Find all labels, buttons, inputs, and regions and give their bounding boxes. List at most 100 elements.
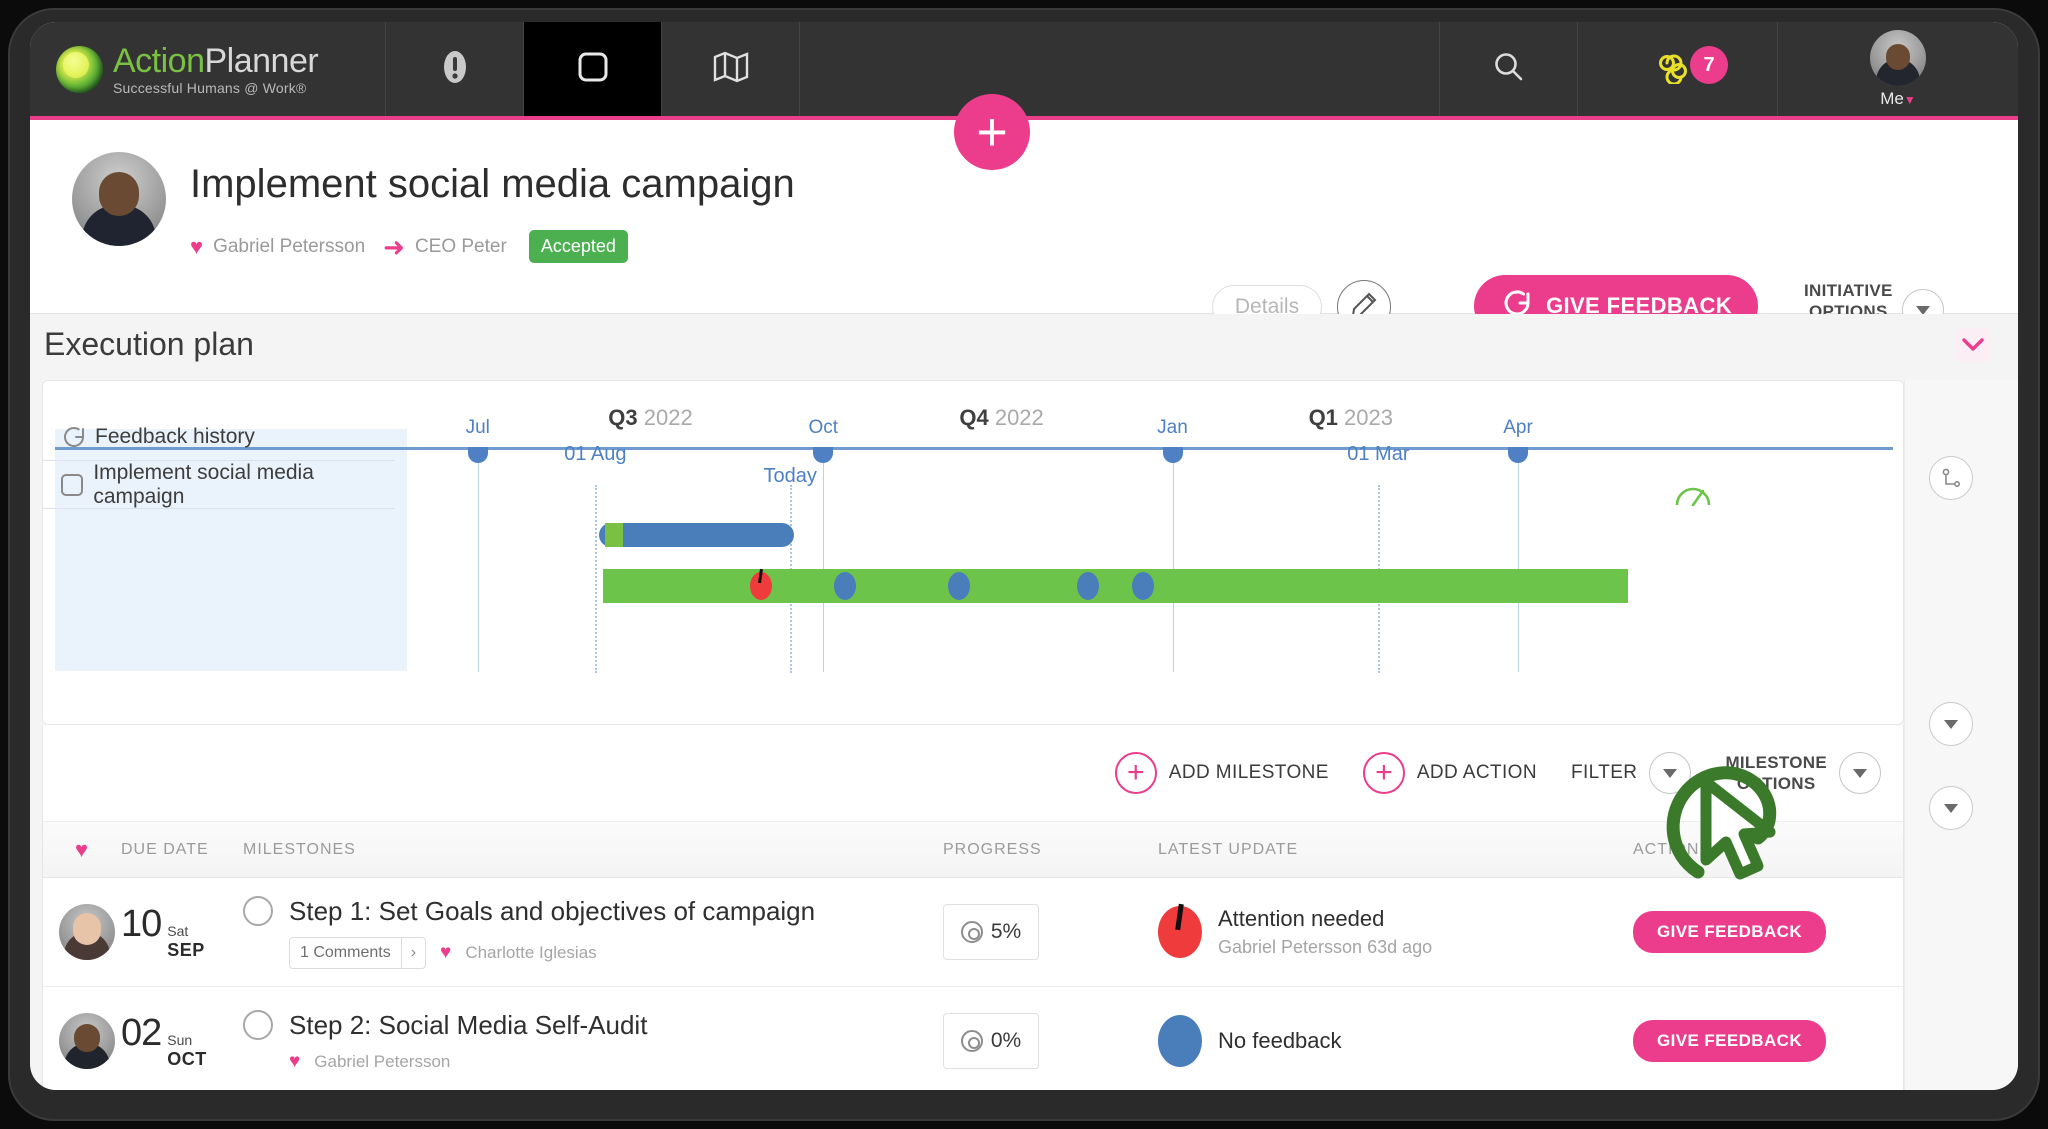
arrow-left-icon: ➜ bbox=[383, 231, 405, 262]
due-month: OCT bbox=[167, 1049, 207, 1069]
call-flow-button[interactable] bbox=[1929, 456, 1973, 500]
chevron-down-icon bbox=[1853, 768, 1867, 778]
due-day: 02 bbox=[121, 1012, 162, 1055]
milestone-complete-checkbox[interactable] bbox=[243, 896, 273, 926]
milestone-options-button[interactable] bbox=[1839, 752, 1881, 794]
row-expand-button-2[interactable] bbox=[1929, 786, 1973, 830]
table-body: 10 Sat SEP Step 1: Set Goals and objectives… bbox=[43, 878, 1903, 1090]
progress-indicator[interactable]: 0% bbox=[943, 1013, 1039, 1069]
table-row[interactable]: 10 Sat SEP Step 1: Set Goals and objectives… bbox=[43, 878, 1903, 987]
chevron-right-icon: › bbox=[410, 943, 417, 961]
column-header-due-date: DUE DATE bbox=[121, 840, 209, 858]
heart-icon: ♥ bbox=[289, 1050, 301, 1072]
milestone-options-line2: OPTIONS bbox=[1736, 774, 1816, 793]
chevron-down-icon bbox=[1944, 719, 1958, 729]
gantt-chart: Q3 2022 Q4 2022 Q1 2023 Jul Oct Jan Apr 01 Aug T… bbox=[42, 380, 1904, 725]
gantt-quarter-label: Q1 2023 bbox=[1308, 405, 1393, 430]
screenshot-root: ActionPlanner Successful Humans @ Work® bbox=[0, 0, 2048, 1129]
milestones-table: ♥ DUE DATE MILESTONES PROGRESS LATEST UP… bbox=[42, 821, 1904, 1090]
nav-connections-button[interactable]: 7 bbox=[1578, 22, 1778, 116]
logo-text-planner: Planner bbox=[204, 41, 319, 80]
comments-button[interactable]: 1 Comments › bbox=[289, 936, 427, 969]
due-weekday: Sat bbox=[167, 923, 189, 940]
gantt-milestone-marker[interactable] bbox=[1076, 572, 1099, 600]
side-rail bbox=[1904, 380, 2018, 1090]
latest-update-sub: Gabriel Petersson 63d ago bbox=[1218, 937, 1433, 957]
chevron-down-icon bbox=[1663, 768, 1678, 778]
row-avatar-cell bbox=[43, 1013, 121, 1069]
due-weekday: Sun bbox=[167, 1032, 193, 1049]
give-feedback-row-button[interactable]: GIVE FEEDBACK bbox=[1633, 911, 1826, 953]
map-icon bbox=[711, 49, 751, 90]
progress-cell: 5% bbox=[943, 904, 1158, 960]
due-day: 10 bbox=[121, 903, 162, 946]
filter-label: FILTER bbox=[1570, 762, 1638, 783]
actions-cell: GIVE FEEDBACK bbox=[1503, 1020, 1903, 1062]
column-header-progress: PROGRESS bbox=[943, 840, 1042, 858]
column-header-actions: ACTIONS bbox=[1633, 840, 1712, 858]
gantt-row-label: Feedback history bbox=[95, 424, 255, 448]
milestone-cell: Step 2: Social Media Self-Audit ♥ Gabriel … bbox=[243, 1010, 943, 1073]
nav-user-menu[interactable]: Me▼ bbox=[1778, 22, 2018, 116]
milestone-title: Step 1: Set Goals and objectives of camp… bbox=[289, 895, 816, 926]
table-header-row: ♥ DUE DATE MILESTONES PROGRESS LATEST UP… bbox=[43, 822, 1903, 878]
add-milestone-button[interactable]: + ADD MILESTONE bbox=[1114, 752, 1329, 794]
gantt-row-feedback-history[interactable]: Feedback history bbox=[43, 413, 395, 461]
nav-search-button[interactable] bbox=[1440, 22, 1578, 116]
gantt-tick-line bbox=[1518, 447, 1520, 672]
actions-cell: GIVE FEEDBACK bbox=[1503, 911, 1903, 953]
call-flow-icon bbox=[1942, 468, 1961, 488]
gantt-marker-label: 01 Mar bbox=[1347, 443, 1410, 465]
filter-dropdown-button[interactable] bbox=[1649, 752, 1692, 794]
column-header-latest-update: LATEST UPDATE bbox=[1158, 840, 1299, 858]
initiative-meta: ♥ Gabriel Petersson ➜ CEO Peter Accepted bbox=[190, 230, 628, 263]
progress-indicator[interactable]: 5% bbox=[943, 904, 1039, 960]
avatar bbox=[1870, 29, 1926, 86]
notification-badge: 7 bbox=[1690, 46, 1728, 84]
give-feedback-row-button[interactable]: GIVE FEEDBACK bbox=[1633, 1020, 1826, 1062]
row-expand-button-1[interactable] bbox=[1929, 702, 1973, 746]
execution-plan-collapse-button[interactable] bbox=[1956, 328, 1990, 362]
gantt-milestone-marker[interactable] bbox=[1132, 572, 1155, 600]
latest-update-cell: No feedback bbox=[1158, 1015, 1503, 1067]
checkbox-icon[interactable] bbox=[61, 473, 93, 496]
gantt-marker-label: Today bbox=[763, 465, 817, 487]
gantt-tick-label: Jul bbox=[465, 417, 490, 438]
milestone-complete-checkbox[interactable] bbox=[243, 1010, 273, 1040]
due-date-cell: 10 Sat SEP bbox=[121, 903, 243, 961]
nav-item-map[interactable] bbox=[662, 22, 800, 116]
gantt-tick-line bbox=[1172, 447, 1174, 672]
milestone-owner: Charlotte Iglesias bbox=[465, 942, 597, 962]
nav-item-alerts[interactable] bbox=[386, 22, 524, 116]
gantt-bar[interactable] bbox=[599, 523, 794, 547]
progress-value: 0% bbox=[990, 1029, 1022, 1052]
target-icon bbox=[960, 1030, 983, 1052]
heart-icon: ♥ bbox=[190, 233, 204, 259]
add-button[interactable]: + bbox=[954, 94, 1030, 170]
filter-button[interactable]: FILTER bbox=[1570, 752, 1692, 794]
initiative-owner-avatar bbox=[72, 152, 166, 246]
logo-text-action: Action bbox=[113, 41, 205, 80]
milestone-options-line1: MILESTONE bbox=[1725, 752, 1827, 772]
app-logo[interactable]: ActionPlanner Successful Humans @ Work® bbox=[30, 22, 386, 116]
gantt-row-initiative[interactable]: Implement social media campaign bbox=[43, 461, 395, 509]
exclamation-icon bbox=[440, 47, 470, 92]
heart-icon: ♥ bbox=[440, 941, 452, 963]
nav-item-dashboard[interactable] bbox=[524, 22, 662, 116]
gantt-bar-accent bbox=[605, 523, 624, 547]
milestone-options[interactable]: MILESTONE OPTIONS bbox=[1725, 752, 1881, 795]
gantt-tick-label: Jan bbox=[1157, 417, 1188, 438]
latest-update-title: Attention needed bbox=[1218, 906, 1385, 931]
gantt-milestone-marker[interactable] bbox=[749, 572, 772, 600]
due-month: SEP bbox=[167, 940, 205, 960]
add-action-button[interactable]: + ADD ACTION bbox=[1362, 752, 1537, 794]
status-badge: Accepted bbox=[528, 230, 628, 263]
table-row[interactable]: 02 Sun OCT Step 2: Social Media Self-Audit ♥… bbox=[43, 987, 1903, 1090]
comments-count: 1 Comments bbox=[300, 943, 391, 961]
plus-circle-icon: + bbox=[1114, 752, 1157, 794]
chevron-down-icon bbox=[1962, 338, 1984, 351]
target-icon bbox=[960, 921, 983, 943]
execution-plan-header: Execution plan bbox=[30, 314, 2018, 376]
avatar bbox=[59, 904, 115, 960]
add-action-label: ADD ACTION bbox=[1416, 762, 1537, 783]
